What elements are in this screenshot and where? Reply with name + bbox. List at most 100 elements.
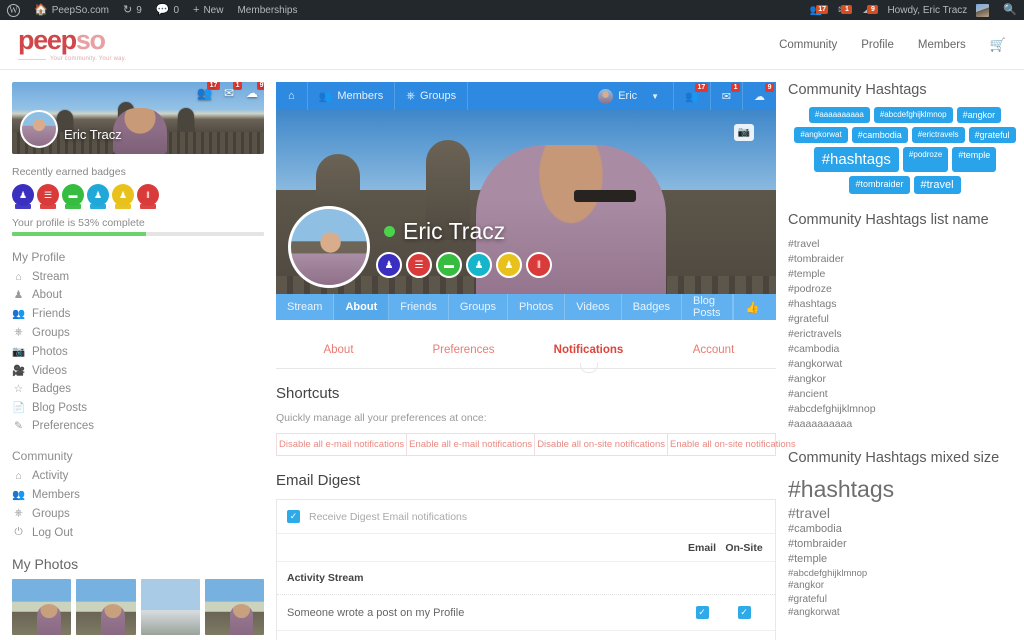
sidebar-item-stream[interactable]: ⌂ Stream: [12, 268, 264, 286]
mini-friends-button[interactable]: 👥 17: [197, 82, 220, 100]
adminbar-updates[interactable]: ↻ 9: [116, 0, 149, 20]
tab-videos[interactable]: Videos: [565, 294, 622, 320]
site-logo[interactable]: peepso Your community. Your way.: [18, 27, 126, 62]
hashtag-pill[interactable]: #grateful: [968, 127, 1016, 143]
list-item[interactable]: #angkor: [788, 372, 1022, 387]
wordpress-logo-button[interactable]: W: [0, 0, 27, 20]
adminbar-comments[interactable]: 💬 0: [149, 0, 186, 20]
list-item[interactable]: #cambodia: [788, 523, 1022, 537]
sidebar-item-community-groups[interactable]: ⎈ Groups: [12, 504, 264, 523]
tab-about[interactable]: About: [334, 294, 390, 320]
adminbar-search-button[interactable]: 🔍: [996, 0, 1024, 20]
sidebar-item-preferences[interactable]: ✎ Preferences: [12, 417, 264, 435]
adminbar-notifications-button[interactable]: ☁ 9: [854, 4, 880, 16]
list-item[interactable]: #grateful: [788, 594, 1022, 607]
list-item[interactable]: #abcdefghijklmnop: [788, 402, 1022, 417]
list-item[interactable]: #angkor: [788, 580, 1022, 593]
badge-social-icon[interactable]: ♟: [112, 184, 134, 209]
hashtag-pill[interactable]: #tombraider: [849, 176, 910, 194]
tab-settings-about[interactable]: About: [276, 334, 401, 368]
list-item[interactable]: #hashtags: [788, 475, 1022, 504]
adminbar-new-content[interactable]: + New: [186, 0, 230, 20]
hashtag-pill[interactable]: #abcdefghijklmnop: [873, 107, 953, 123]
chevron-down-icon[interactable]: ▼: [645, 92, 673, 101]
badge-groupie-icon[interactable]: ‖: [137, 184, 159, 209]
peepso-notifications-button[interactable]: ☁ 9: [742, 82, 776, 110]
badge-blogger-icon[interactable]: ☰: [406, 252, 432, 278]
tab-settings-preferences[interactable]: Preferences: [401, 334, 526, 368]
email-checkbox[interactable]: ✓: [695, 606, 709, 619]
adminbar-friends-button[interactable]: 👥 17: [802, 4, 830, 16]
adminbar-site-name[interactable]: 🏠 PeepSo.com: [27, 0, 116, 20]
tab-stream[interactable]: Stream: [276, 294, 335, 320]
peepso-user-button[interactable]: Eric: [590, 88, 645, 104]
sidebar-item-about[interactable]: ♟ About: [12, 286, 264, 304]
mini-messages-button[interactable]: ✉ 1: [224, 82, 242, 100]
digest-toggle-row[interactable]: ✓ Receive Digest Email notifications: [277, 500, 775, 534]
badge-social-icon[interactable]: ♟: [496, 252, 522, 278]
tab-photos[interactable]: Photos: [508, 294, 566, 320]
nav-item-profile[interactable]: Profile: [861, 39, 894, 51]
hashtag-pill[interactable]: #angkor: [956, 107, 1002, 123]
badge-commenter-icon[interactable]: ▬: [62, 184, 84, 209]
peepso-groups-button[interactable]: ⎈ Groups: [395, 82, 469, 110]
adminbar-memberships[interactable]: Memberships: [230, 0, 304, 20]
tab-blog-posts[interactable]: Blog Posts: [682, 294, 733, 320]
hashtag-pill[interactable]: #angkorwat: [794, 127, 848, 143]
list-item[interactable]: #grateful: [788, 312, 1022, 327]
badge-commenter-icon[interactable]: ▬: [436, 252, 462, 278]
hashtag-pill[interactable]: #travel: [913, 176, 961, 194]
list-item[interactable]: #abcdefghijklmnop: [788, 568, 1022, 580]
list-item[interactable]: #podroze: [788, 282, 1022, 297]
tab-groups[interactable]: Groups: [449, 294, 508, 320]
profile-mini-card[interactable]: 👥 17 ✉ 1 ☁ 9 Eric Tracz: [12, 82, 264, 154]
nav-item-community[interactable]: Community: [779, 39, 837, 51]
list-item[interactable]: #tombraider: [788, 252, 1022, 267]
photo-thumbnail[interactable]: [204, 579, 264, 635]
photo-thumbnail[interactable]: [12, 579, 72, 635]
onsite-checkbox[interactable]: ✓: [737, 606, 751, 619]
hashtag-pill[interactable]: #hashtags: [813, 147, 899, 172]
hashtag-pill[interactable]: #podroze: [902, 147, 949, 172]
badge-groupie-icon[interactable]: ‖: [526, 252, 552, 278]
sidebar-item-badges[interactable]: ☆ Badges: [12, 380, 264, 398]
hashtag-pill[interactable]: #cambodia: [851, 127, 908, 143]
list-item[interactable]: #temple: [788, 267, 1022, 282]
adminbar-my-account[interactable]: Howdy, Eric Tracz: [880, 0, 996, 20]
sidebar-item-blog-posts[interactable]: 📄 Blog Posts: [12, 398, 264, 417]
peepso-messages-button[interactable]: ✉ 1: [709, 82, 742, 110]
tab-settings-account[interactable]: Account: [651, 334, 776, 368]
photo-thumbnail[interactable]: [76, 579, 136, 635]
receive-digest-checkbox[interactable]: ✓: [287, 510, 300, 523]
hashtag-pill[interactable]: #erictravels: [911, 127, 965, 143]
sidebar-item-videos[interactable]: 🎥 Videos: [12, 361, 264, 380]
badge-member-icon[interactable]: ♟: [12, 184, 34, 209]
nav-item-members[interactable]: Members: [918, 39, 966, 51]
enable-all-onsite-notifications-button[interactable]: Enable all on-site notifications: [668, 434, 798, 455]
tab-friends[interactable]: Friends: [389, 294, 449, 320]
list-item[interactable]: #temple: [788, 553, 1022, 567]
list-item[interactable]: #travel: [788, 237, 1022, 252]
disable-all-email-notifications-button[interactable]: Disable all e-mail notifications: [277, 434, 408, 455]
hashtag-pill[interactable]: #temple: [952, 147, 997, 172]
camera-icon[interactable]: 📷: [734, 124, 754, 141]
sidebar-item-log-out[interactable]: ⏻ Log Out: [12, 523, 264, 542]
list-item[interactable]: #aaaaaaaaaa: [788, 417, 1022, 432]
enable-all-email-notifications-button[interactable]: Enable all e-mail notifications: [407, 434, 536, 455]
list-item[interactable]: #cambodia: [788, 342, 1022, 357]
cart-icon[interactable]: 🛒: [990, 37, 1006, 53]
list-item[interactable]: #angkorwat: [788, 607, 1022, 620]
sidebar-item-activity[interactable]: ⌂ Activity: [12, 467, 264, 485]
list-item[interactable]: #hashtags: [788, 297, 1022, 312]
hashtag-pill[interactable]: #aaaaaaaaaa: [808, 107, 870, 123]
sidebar-item-friends[interactable]: 👥 Friends: [12, 304, 264, 323]
mini-notifications-button[interactable]: ☁ 9: [246, 82, 264, 100]
peepso-friends-button[interactable]: 👥 17: [673, 82, 710, 110]
thumbs-up-icon[interactable]: 👍: [734, 301, 772, 314]
mini-avatar[interactable]: [20, 110, 58, 148]
sidebar-item-groups[interactable]: ⎈ Groups: [12, 323, 264, 342]
list-item[interactable]: #angkorwat: [788, 357, 1022, 372]
badge-networker-icon[interactable]: ♟: [87, 184, 109, 209]
tab-badges[interactable]: Badges: [622, 294, 682, 320]
badge-networker-icon[interactable]: ♟: [466, 252, 492, 278]
